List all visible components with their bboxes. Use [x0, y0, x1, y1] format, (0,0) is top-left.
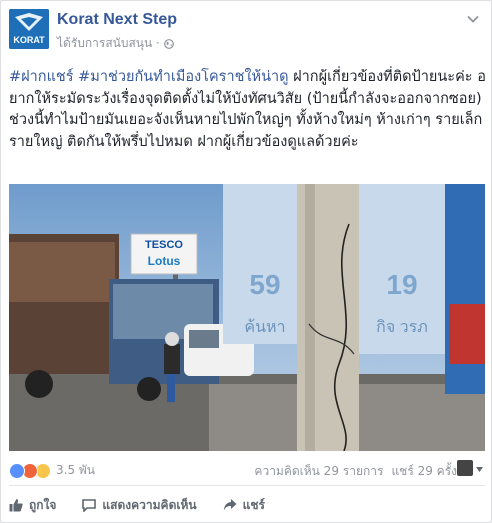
share-label: แชร์ — [242, 497, 265, 512]
sponsored-label[interactable]: ได้รับการสนับสนุน · — [57, 34, 160, 53]
post-card: KORAT Korat Next Step ได้รับการสนับสนุน … — [0, 0, 492, 523]
post-meta: ได้รับการสนับสนุน · — [57, 34, 174, 53]
banner-left-number: 59 — [249, 269, 280, 300]
chevron-down-icon[interactable] — [467, 15, 479, 23]
share-button[interactable]: แชร์ — [223, 496, 265, 515]
post-photo[interactable]: TESCO Lotus 59 ค้นหา 19 กิจ วรภ — [9, 184, 485, 451]
post-stats: 3.5 พัน ความคิดเห็น 29 รายการ แชร์ 29 คร… — [9, 459, 485, 481]
tesco-sign-bottom: Lotus — [148, 254, 181, 268]
avatar-text: KORAT — [13, 35, 45, 45]
viewer-avatar[interactable] — [457, 460, 473, 476]
thumbs-up-icon — [9, 499, 23, 512]
page-name-link[interactable]: Korat Next Step — [57, 11, 177, 29]
street-photo-image: TESCO Lotus 59 ค้นหา 19 กิจ วรภ — [9, 184, 485, 451]
comment-bubble-icon — [82, 499, 97, 512]
globe-icon — [163, 38, 174, 49]
post-text: #ฝากแชร์ #มาช่วยกันทำเมืองโคราชให้น่าดู … — [9, 67, 487, 153]
share-count-link[interactable]: แชร์ 29 ครั้ง — [391, 462, 457, 481]
page-avatar[interactable]: KORAT — [9, 9, 49, 49]
comment-count-link[interactable]: ความคิดเห็น 29 รายการ — [254, 462, 383, 481]
banner-right-number: 19 — [386, 269, 417, 300]
hashtag-korat[interactable]: #มาช่วยกันทำเมืองโคราชให้น่าดู — [78, 69, 288, 85]
korat-logo-icon: KORAT — [9, 9, 49, 49]
comment-button[interactable]: แสดงความคิดเห็น — [82, 496, 197, 515]
action-bar: ถูกใจ แสดงความคิดเห็น แชร์ — [9, 491, 485, 519]
banner-left-text: ค้นหา — [244, 318, 285, 336]
hashtag-share[interactable]: #ฝากแชร์ — [9, 69, 74, 85]
like-label: ถูกใจ — [29, 497, 57, 512]
like-reaction-icon — [9, 462, 25, 479]
banner-right-text: กิจ วรภ — [376, 319, 428, 336]
share-arrow-icon — [223, 499, 237, 511]
reactions-summary[interactable]: 3.5 พัน — [9, 461, 95, 480]
engagement-counts: ความคิดเห็น 29 รายการ แชร์ 29 ครั้ง — [254, 462, 457, 481]
like-button[interactable]: ถูกใจ — [9, 496, 56, 515]
divider — [9, 485, 485, 486]
comment-label: แสดงความคิดเห็น — [102, 497, 197, 512]
reaction-count[interactable]: 3.5 พัน — [56, 461, 95, 480]
tesco-sign-top: TESCO — [145, 239, 183, 251]
caret-down-icon[interactable] — [476, 467, 483, 472]
